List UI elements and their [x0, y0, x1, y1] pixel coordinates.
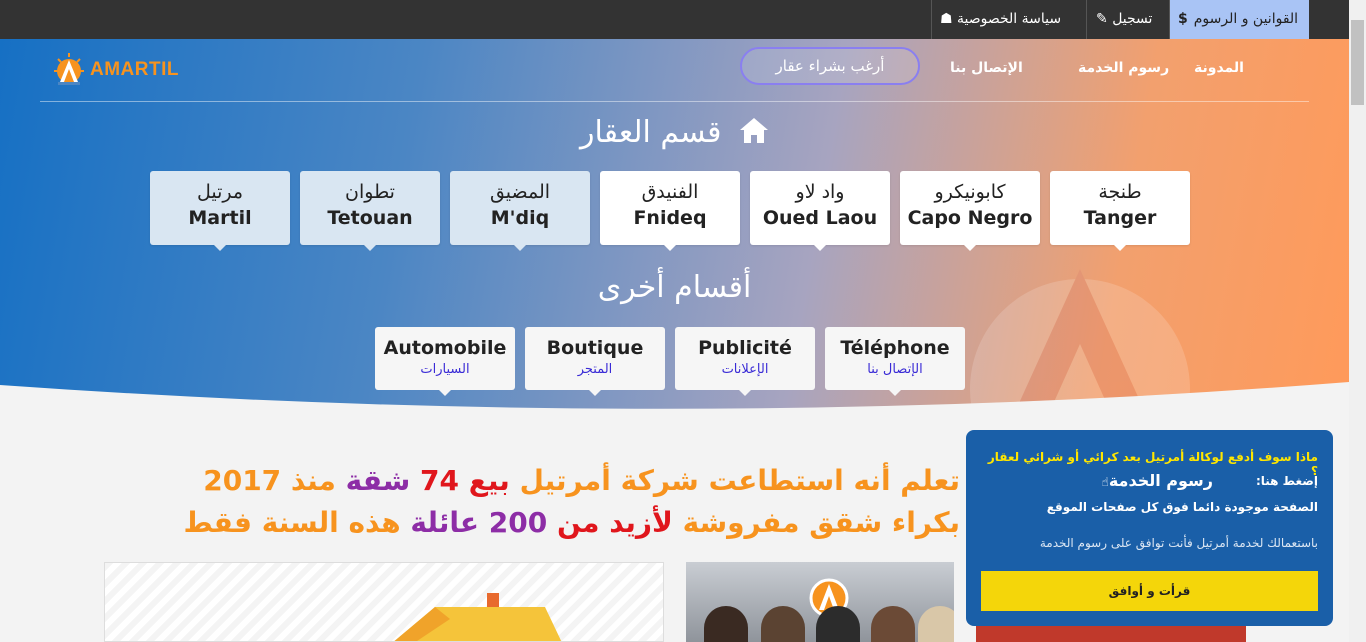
city-card-capo-negro[interactable]: كابونيكرو Capo Negro [900, 171, 1040, 251]
headline-line-1: تعلم أنه استطاعت شركة أمرتيل بيع 74 شقة … [203, 464, 960, 497]
dollar-icon: $ [1178, 11, 1188, 27]
service-fees-popup: ماذا سوف أدفع لوكالة أمرتيل بعد كرائي أو… [966, 430, 1333, 626]
pointer-hand-icon: ☝ [1101, 475, 1109, 489]
nav-service-fees[interactable]: رسوم الخدمة [1078, 60, 1169, 76]
logo-watermark-icon [930, 239, 1230, 414]
accept-button[interactable]: قرأت و أوافق [981, 571, 1318, 611]
house-image [104, 562, 664, 642]
city-card-mdiq[interactable]: المضيق M'diq [450, 171, 590, 251]
register-link[interactable]: ✎ تسجيل [1096, 0, 1152, 39]
category-automobile[interactable]: Automobile السيارات [375, 327, 515, 396]
city-card-tetouan[interactable]: تطوان Tetouan [300, 171, 440, 251]
popup-press-label: إضغط هنا: [1255, 474, 1318, 488]
top-bar: $ القوانين و الرسوم ✎ تسجيل ☗ سياسة الخصو… [0, 0, 1366, 39]
scrollbar[interactable] [1349, 0, 1366, 642]
promo-image [976, 625, 1246, 642]
team-image [686, 562, 954, 642]
headline-line-2: بكراء شقق مفروشة لأزيد من 200 عائلة هذه … [183, 506, 960, 539]
stats-headline: تعلم أنه استطاعت شركة أمرتيل بيع 74 شقة … [20, 460, 960, 544]
edit-icon: ✎ [1096, 11, 1108, 27]
city-card-oued-laou[interactable]: واد لاو Oued Laou [750, 171, 890, 251]
header-divider [40, 101, 1309, 102]
house-illustration-icon [394, 593, 562, 641]
city-card-fnideq[interactable]: الفنيدق Fnideq [600, 171, 740, 251]
nav-blog[interactable]: المدونة [1194, 60, 1244, 76]
laws-fees-link[interactable]: $ القوانين و الرسوم [1170, 0, 1309, 39]
category-telephone[interactable]: Téléphone الإتصال بنا [825, 327, 965, 396]
buy-property-button[interactable]: أرغب بشراء عقار [740, 47, 920, 85]
amartil-logo-icon [54, 53, 84, 85]
popup-fees-link[interactable]: رسوم الخدمة☝ [1102, 471, 1213, 490]
other-sections-title: أقسام أخرى [597, 270, 752, 305]
scrollbar-thumb[interactable] [1351, 20, 1364, 105]
nav-contact[interactable]: الإتصال بنا [950, 60, 1023, 76]
popup-always-note: الصفحة موجودة دائما فوق كل صفحات الموقع [1046, 500, 1318, 514]
popup-agree-note: باستعمالك لخدمة أمرتيل فأنت توافق على رس… [1039, 536, 1318, 550]
lock-user-icon: ☗ [940, 11, 953, 27]
realestate-title: قسم العقار [0, 115, 1349, 150]
city-card-martil[interactable]: مرتيل Martil [150, 171, 290, 251]
logo-text: AMARTIL [90, 59, 179, 80]
city-card-tanger[interactable]: طنجة Tanger [1050, 171, 1190, 251]
privacy-link[interactable]: ☗ سياسة الخصوصية [940, 0, 1061, 39]
site-logo[interactable]: AMARTIL [50, 52, 179, 88]
category-publicite[interactable]: Publicité الإعلانات [675, 327, 815, 396]
home-icon [739, 118, 768, 143]
category-boutique[interactable]: Boutique المتجر [525, 327, 665, 396]
